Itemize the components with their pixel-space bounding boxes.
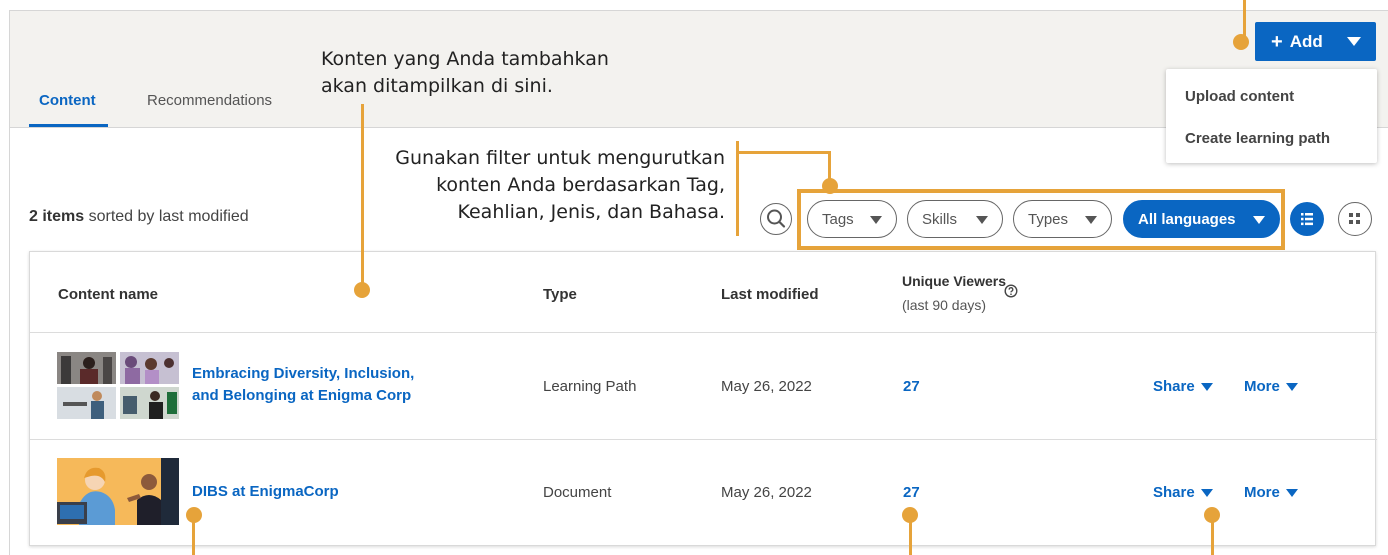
content-title-link[interactable]: Embracing Diversity, Inclusion, and Belo…	[192, 363, 414, 407]
annotation-marker	[822, 178, 838, 194]
plus-icon: +	[1271, 30, 1283, 53]
header-last-modified[interactable]: Last modified	[721, 286, 819, 303]
header-type[interactable]: Type	[543, 286, 577, 303]
more-button[interactable]: More	[1244, 484, 1298, 501]
chevron-down-icon	[1347, 37, 1361, 46]
unique-viewers-link[interactable]: 27	[903, 484, 920, 501]
thumbnail-document[interactable]	[57, 458, 179, 525]
annotation-line	[361, 104, 364, 290]
share-button[interactable]: Share	[1153, 378, 1213, 395]
menu-item-upload-content[interactable]: Upload content	[1185, 88, 1294, 105]
chevron-down-icon	[1285, 489, 1298, 498]
grid-view-icon	[1349, 213, 1360, 224]
share-button[interactable]: Share	[1153, 484, 1213, 501]
row-divider	[30, 332, 1377, 333]
annotation-marker	[1233, 34, 1249, 50]
search-icon	[766, 209, 785, 228]
annotation-line	[736, 141, 739, 236]
chevron-down-icon	[1200, 383, 1213, 392]
header-viewers-period: (last 90 days)	[902, 297, 987, 313]
annotation-marker	[186, 507, 202, 523]
content-type: Document	[543, 484, 612, 501]
tab-recommendations[interactable]: Recommendations	[147, 92, 272, 109]
annotation-line	[736, 151, 831, 154]
content-title-link[interactable]: DIBS at EnigmaCorp	[192, 481, 339, 503]
content-type: Learning Path	[543, 378, 637, 395]
annotation-marker	[902, 507, 918, 523]
collage-thumbnail-image	[57, 352, 179, 419]
add-button-label: Add	[1289, 31, 1323, 51]
thumbnail-learning-path[interactable]	[57, 352, 179, 419]
search-button[interactable]	[760, 203, 792, 235]
help-icon[interactable]	[1004, 284, 1018, 298]
chevron-down-icon	[1200, 489, 1213, 498]
tab-content[interactable]: Content	[39, 92, 96, 109]
unique-viewers-link[interactable]: 27	[903, 378, 920, 395]
header-content-name[interactable]: Content name	[58, 286, 158, 303]
annotation-marker	[1204, 507, 1220, 523]
filter-highlight-box	[797, 189, 1285, 250]
more-button[interactable]: More	[1244, 378, 1298, 395]
annotation-content-area: Konten yang Anda tambahkan akan ditampil…	[321, 48, 609, 97]
grid-view-button[interactable]	[1338, 202, 1372, 236]
header-unique-viewers[interactable]: Unique Viewers	[902, 273, 1006, 289]
content-last-modified: May 26, 2022	[721, 484, 812, 501]
annotation-filters: Gunakan filter untuk mengurutkan konten …	[395, 147, 725, 223]
content-table: Content name Type Last modified Unique V…	[29, 251, 1377, 546]
annotation-marker	[354, 282, 370, 298]
list-view-button[interactable]	[1290, 202, 1324, 236]
active-tab-indicator	[29, 124, 108, 127]
document-thumbnail-image	[57, 458, 179, 525]
list-view-icon	[1301, 213, 1313, 226]
row-divider	[30, 439, 1377, 440]
add-button[interactable]: + Add	[1255, 22, 1376, 61]
content-library-page: Content Recommendations + Add Upload con…	[0, 0, 1388, 555]
chevron-down-icon	[1285, 383, 1298, 392]
items-summary: 2 items sorted by last modified	[29, 208, 249, 225]
content-last-modified: May 26, 2022	[721, 378, 812, 395]
